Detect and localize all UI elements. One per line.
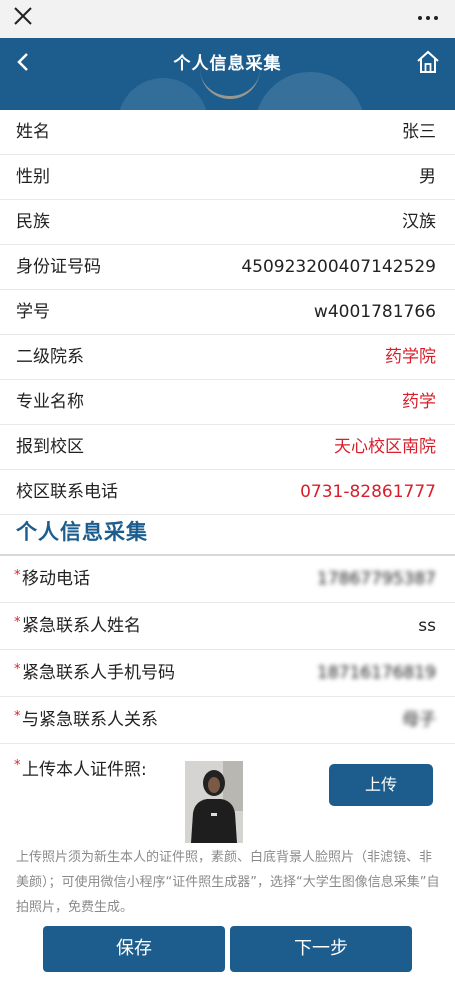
info-row: 身份证号码 450923200407142529 (0, 245, 455, 290)
next-step-button[interactable]: 下一步 (230, 926, 412, 972)
info-row: 专业名称 药学 (0, 380, 455, 425)
info-value: 药学 (402, 392, 436, 412)
save-button[interactable]: 保存 (43, 926, 225, 972)
info-value: 男 (419, 167, 436, 187)
browser-topbar (0, 0, 455, 39)
info-value: 药学院 (385, 347, 436, 367)
required-mark: * (14, 568, 21, 583)
photo-notice: 上传照片须为新生本人的证件照，素颜、白底背景人脸照片（非滤镜、非美颜）；可使用微… (16, 850, 440, 915)
required-mark: * (14, 662, 21, 677)
info-label: 报到校区 (16, 437, 84, 457)
close-icon[interactable] (10, 3, 38, 31)
info-row: 民族 汉族 (0, 200, 455, 245)
form-row[interactable]: * 与紧急联系人关系 母子 (0, 697, 455, 744)
form-input[interactable]: 母子 (402, 697, 436, 743)
info-label: 身份证号码 (16, 257, 101, 277)
upload-button[interactable]: 上传 (329, 764, 433, 806)
id-photo[interactable] (185, 761, 243, 843)
info-label: 学号 (16, 302, 50, 322)
info-label: 专业名称 (16, 392, 84, 412)
header-decoration (255, 72, 365, 110)
form-label: 与紧急联系人关系 (22, 710, 158, 730)
info-row: 性别 男 (0, 155, 455, 200)
form-row[interactable]: * 移动电话 17867795387 (0, 556, 455, 603)
info-label: 民族 (16, 212, 50, 232)
info-value: 天心校区南院 (334, 437, 436, 457)
form-row[interactable]: * 紧急联系人手机号码 18716176819 (0, 650, 455, 697)
info-row: 报到校区 天心校区南院 (0, 425, 455, 470)
header-decoration (118, 78, 208, 110)
info-row: 二级院系 药学院 (0, 335, 455, 380)
personal-info-form: * 移动电话 17867795387 * 紧急联系人姓名 ss * 紧急联系人手机号码 1871… (0, 556, 455, 744)
info-label: 姓名 (16, 122, 50, 142)
info-value: w4001781766 (313, 302, 436, 322)
form-label: 紧急联系人姓名 (22, 616, 141, 636)
info-label: 校区联系电话 (16, 482, 118, 502)
section-title: 个人信息采集 (16, 520, 148, 544)
info-value: 450923200407142529 (241, 257, 436, 277)
info-value: 汉族 (402, 212, 436, 232)
required-mark: * (14, 709, 21, 724)
page-header: 个人信息采集 (0, 38, 455, 110)
form-input[interactable]: 17867795387 (317, 556, 436, 602)
page-title: 个人信息采集 (173, 54, 282, 74)
form-label: 移动电话 (22, 569, 90, 589)
upload-label: 上传本人证件照: (22, 760, 147, 780)
required-mark: * (14, 758, 21, 773)
required-mark: * (14, 615, 21, 630)
form-input[interactable]: 18716176819 (317, 650, 436, 696)
info-label: 二级院系 (16, 347, 84, 367)
more-icon[interactable] (415, 5, 441, 31)
form-input[interactable]: ss (418, 603, 436, 649)
info-label: 性别 (16, 167, 50, 187)
info-row: 学号 w4001781766 (0, 290, 455, 335)
info-value: 0731-82861777 (300, 482, 436, 502)
info-value: 张三 (402, 122, 436, 142)
student-info-list: 姓名 张三性别 男民族 汉族身份证号码 450923200407142529 学号 w400… (0, 110, 455, 515)
info-row: 姓名 张三 (0, 110, 455, 155)
form-row[interactable]: * 紧急联系人姓名 ss (0, 603, 455, 650)
home-icon[interactable] (415, 49, 441, 75)
info-row: 校区联系电话 0731-82861777 (0, 470, 455, 515)
form-label: 紧急联系人手机号码 (22, 663, 175, 683)
